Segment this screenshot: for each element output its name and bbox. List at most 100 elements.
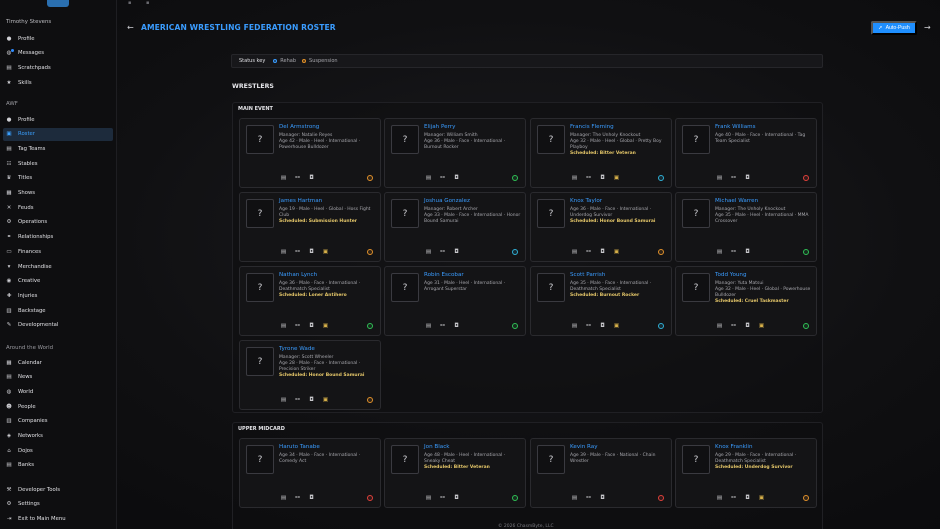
handshake-icon[interactable]: ⚯ — [729, 248, 738, 256]
handshake-icon[interactable]: ⚯ — [729, 322, 738, 330]
schedule-icon[interactable]: ▣ — [612, 174, 621, 182]
schedule-icon[interactable]: ▣ — [757, 322, 766, 330]
schedule-icon[interactable]: ▣ — [321, 248, 330, 256]
sidebar-item-tag-teams[interactable]: ▤ Tag Teams — [3, 142, 113, 155]
avatar-placeholder-icon[interactable]: ? — [391, 273, 419, 302]
wrestler-name[interactable]: Knox Franklin — [715, 444, 753, 450]
camera-icon[interactable]: ◘ — [452, 322, 461, 330]
back-arrow-icon[interactable]: ← — [127, 23, 134, 32]
wrestler-name[interactable]: Elijah Perry — [424, 124, 455, 130]
avatar-placeholder-icon[interactable]: ? — [537, 125, 565, 154]
contract-icon[interactable]: ▤ — [279, 174, 288, 182]
camera-icon[interactable]: ◘ — [743, 248, 752, 256]
avatar-placeholder-icon[interactable]: ? — [391, 445, 419, 474]
schedule-icon[interactable]: ▣ — [612, 322, 621, 330]
wrestler-name[interactable]: Francis Fleming — [570, 124, 614, 130]
sidebar-item-stables[interactable]: ☷ Stables — [3, 157, 113, 170]
wrestler-card[interactable]: ? Francis Fleming Manager: The Unholy Knoc… — [530, 118, 672, 188]
contract-icon[interactable]: ▤ — [715, 494, 724, 502]
handshake-icon[interactable]: ⚯ — [293, 174, 302, 182]
camera-icon[interactable]: ◘ — [598, 494, 607, 502]
wrestler-name[interactable]: Tyrone Wade — [279, 346, 315, 352]
wrestler-name[interactable]: Jon Black — [424, 444, 450, 450]
camera-icon[interactable]: ◘ — [307, 322, 316, 330]
sidebar-item-creative[interactable]: ◉ Creative — [3, 275, 113, 288]
camera-icon[interactable]: ◘ — [307, 396, 316, 404]
handshake-icon[interactable]: ⚯ — [729, 174, 738, 182]
avatar-placeholder-icon[interactable]: ? — [246, 273, 274, 302]
wrestler-name[interactable]: Robin Escobar — [424, 272, 464, 278]
sidebar-item-networks[interactable]: ◈ Networks — [3, 430, 113, 443]
avatar-placeholder-icon[interactable]: ? — [682, 445, 710, 474]
camera-icon[interactable]: ◘ — [452, 494, 461, 502]
camera-icon[interactable]: ◘ — [598, 248, 607, 256]
contract-icon[interactable]: ▤ — [715, 174, 724, 182]
avatar-placeholder-icon[interactable]: ? — [537, 199, 565, 228]
contract-icon[interactable]: ▤ — [570, 174, 579, 182]
wrestler-card[interactable]: ? Todd Young Manager: Yuta Matsui Age 32 · … — [675, 266, 817, 336]
sidebar-item-feuds[interactable]: ✕ Feuds — [3, 201, 113, 214]
wrestler-name[interactable]: Joshua Gonzalez — [424, 198, 470, 204]
camera-icon[interactable]: ◘ — [598, 174, 607, 182]
camera-icon[interactable]: ◘ — [743, 322, 752, 330]
sidebar-item-exit-to-main-menu[interactable]: ⇥ Exit to Main Menu — [3, 512, 113, 525]
wrestler-card[interactable]: ? Frank Williams Age 40 · Male · Face · In… — [675, 118, 817, 188]
wrestler-name[interactable]: Knox Taylor — [570, 198, 602, 204]
camera-icon[interactable]: ◘ — [743, 494, 752, 502]
handshake-icon[interactable]: ⚯ — [584, 174, 593, 182]
wrestler-card[interactable]: ? Knox Taylor Age 36 · Male · Face · Inter… — [530, 192, 672, 262]
wrestler-card[interactable]: ? Joshua Gonzalez Manager: Robert Archer Ag… — [384, 192, 526, 262]
handshake-icon[interactable]: ⚯ — [438, 494, 447, 502]
contract-icon[interactable]: ▤ — [424, 174, 433, 182]
wrestler-name[interactable]: Del Armstrong — [279, 124, 319, 130]
handshake-icon[interactable]: ⚯ — [293, 396, 302, 404]
sidebar-item-banks[interactable]: ▤ Banks — [3, 459, 113, 472]
contract-icon[interactable]: ▤ — [279, 322, 288, 330]
forward-arrow-icon[interactable]: → — [924, 23, 931, 32]
handshake-icon[interactable]: ⚯ — [438, 174, 447, 182]
avatar-placeholder-icon[interactable]: ? — [391, 199, 419, 228]
contract-icon[interactable]: ▤ — [424, 248, 433, 256]
schedule-icon[interactable]: ▣ — [757, 494, 766, 502]
avatar-placeholder-icon[interactable]: ? — [537, 273, 565, 302]
contract-icon[interactable]: ▤ — [424, 322, 433, 330]
sidebar-item-scratchpads[interactable]: ▤ Scratchpads — [3, 61, 113, 74]
handshake-icon[interactable]: ⚯ — [438, 322, 447, 330]
wrestler-card[interactable]: ? James Hartman Age 19 · Male · Heel · Glo… — [239, 192, 381, 262]
wrestler-card[interactable]: ? Haruto Tanabe Age 34 · Male · Face · Int… — [239, 438, 381, 508]
handshake-icon[interactable]: ⚯ — [584, 494, 593, 502]
wrestler-card[interactable]: ? Del Armstrong Manager: Natalie Reyes Age … — [239, 118, 381, 188]
schedule-icon[interactable]: ▣ — [321, 396, 330, 404]
contract-icon[interactable]: ▤ — [279, 248, 288, 256]
avatar-placeholder-icon[interactable]: ? — [246, 199, 274, 228]
contract-icon[interactable]: ▤ — [279, 494, 288, 502]
wrestler-card[interactable]: ? Kevin Ray Age 39 · Male · Face · Nationa… — [530, 438, 672, 508]
wrestler-name[interactable]: Haruto Tanabe — [279, 444, 320, 450]
avatar-placeholder-icon[interactable]: ? — [246, 125, 274, 154]
sidebar-item-dojos[interactable]: ⌂ Dojos — [3, 444, 113, 457]
contract-icon[interactable]: ▤ — [424, 494, 433, 502]
avatar-placeholder-icon[interactable]: ? — [391, 125, 419, 154]
sidebar-item-shows[interactable]: ▦ Shows — [3, 187, 113, 200]
wrestler-name[interactable]: Kevin Ray — [570, 444, 598, 450]
sidebar-item-developer-tools[interactable]: ⚒ Developer Tools — [3, 483, 113, 496]
sidebar-item-world[interactable]: ◍ World — [3, 385, 113, 398]
wrestler-card[interactable]: ? Knox Franklin Age 29 · Male · Face · Int… — [675, 438, 817, 508]
camera-icon[interactable]: ◘ — [743, 174, 752, 182]
avatar-placeholder-icon[interactable]: ? — [682, 125, 710, 154]
sidebar-item-developmental[interactable]: ✎ Developmental — [3, 319, 113, 332]
wrestler-name[interactable]: Todd Young — [715, 272, 747, 278]
sidebar-item-messages[interactable]: ◍ Messages — [3, 47, 113, 60]
handshake-icon[interactable]: ⚯ — [438, 248, 447, 256]
sidebar-item-news[interactable]: ▤ News — [3, 371, 113, 384]
schedule-icon[interactable]: ▣ — [321, 322, 330, 330]
sidebar-item-calendar[interactable]: ▦ Calendar — [3, 356, 113, 369]
contract-icon[interactable]: ▤ — [279, 396, 288, 404]
sidebar-item-people[interactable]: ☻ People — [3, 400, 113, 413]
settings-icon[interactable]: ▪ — [146, 0, 149, 6]
avatar-placeholder-icon[interactable]: ? — [682, 273, 710, 302]
sidebar-item-backstage[interactable]: ▥ Backstage — [3, 304, 113, 317]
handshake-icon[interactable]: ⚯ — [584, 248, 593, 256]
camera-icon[interactable]: ◘ — [307, 248, 316, 256]
menu-icon[interactable]: ▪ — [128, 0, 131, 6]
